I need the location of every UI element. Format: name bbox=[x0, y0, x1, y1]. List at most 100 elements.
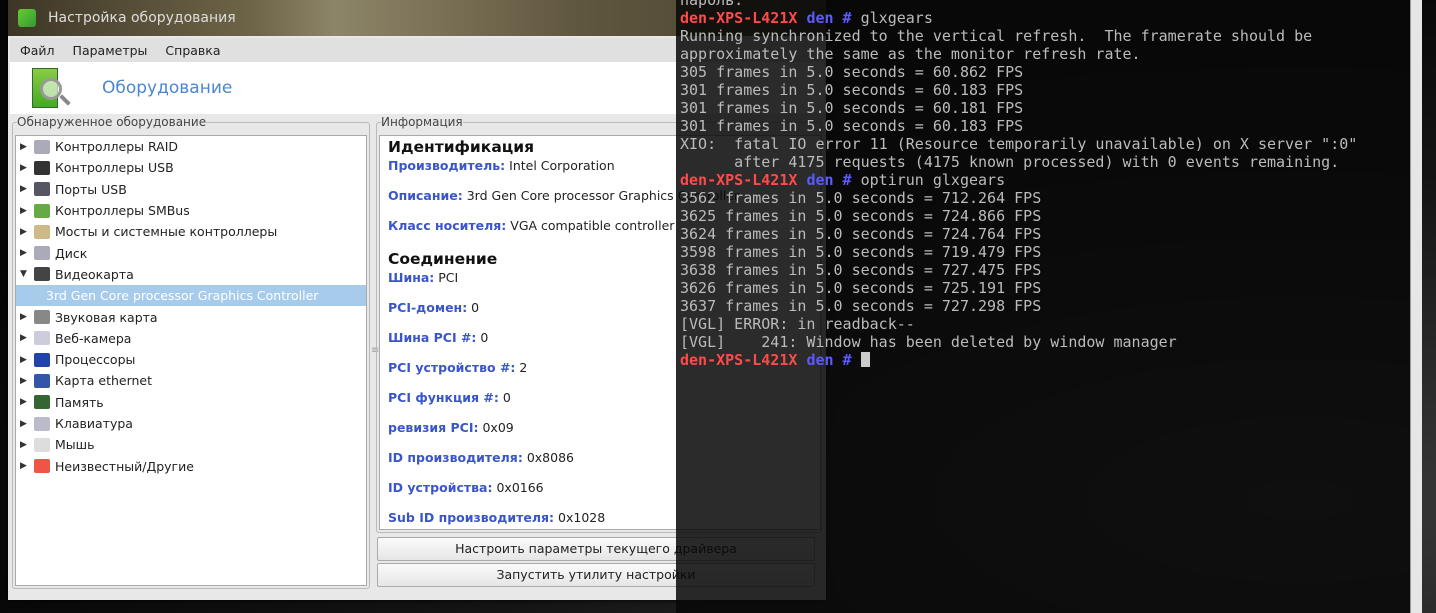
expander-closed-icon[interactable]: ▶ bbox=[20, 397, 32, 407]
expander-closed-icon[interactable]: ▶ bbox=[20, 227, 32, 237]
tree-item-label: Видеокарта bbox=[55, 266, 134, 282]
device-icon bbox=[34, 267, 50, 282]
tree-item[interactable]: ▶ Порты USB bbox=[16, 179, 366, 200]
terminal-text: glxgears bbox=[851, 9, 933, 27]
terminal-text: 3598 frames in 5.0 seconds = 719.479 FPS bbox=[680, 243, 1042, 261]
terminal-scrollbar[interactable] bbox=[1410, 0, 1422, 613]
info-key: PCI устройство #: bbox=[388, 360, 516, 375]
menu-file[interactable]: Файл bbox=[20, 43, 55, 58]
terminal-line: 301 frames in 5.0 seconds = 60.183 FPS bbox=[680, 117, 1410, 135]
tree-item-label: 3rd Gen Core processor Graphics Controll… bbox=[46, 288, 319, 304]
terminal-text: 3637 frames in 5.0 seconds = 727.298 FPS bbox=[680, 297, 1042, 315]
terminal-window[interactable]: пароль: den-XPS-L421X den # glxgears Runni… bbox=[676, 0, 1410, 613]
app-icon bbox=[18, 9, 36, 27]
expander-closed-icon[interactable]: ▶ bbox=[20, 419, 32, 429]
terminal-line: den-XPS-L421X den # optirun glxgears bbox=[680, 171, 1410, 189]
info-key: ID производителя: bbox=[388, 450, 523, 465]
expander-closed-icon[interactable]: ▶ bbox=[20, 333, 32, 343]
tree-item[interactable]: ▶ Мосты и системные контроллеры bbox=[16, 221, 366, 242]
expander-closed-icon[interactable]: ▶ bbox=[20, 355, 32, 365]
device-icon bbox=[34, 139, 50, 154]
terminal-text: 3638 frames in 5.0 seconds = 727.475 FPS bbox=[680, 261, 1042, 279]
info-value: 0x0166 bbox=[496, 480, 544, 495]
detected-hardware-panel: Обнаруженное оборудование ▶ Контроллеры R… bbox=[12, 115, 370, 589]
hardware-tree: ▶ Контроллеры RAID ▶ Контроллеры USB ▶ Порты … bbox=[15, 135, 367, 586]
terminal-line: den-XPS-L421X den # glxgears bbox=[680, 9, 1410, 27]
terminal-text: 301 frames in 5.0 seconds = 60.181 FPS bbox=[680, 99, 1024, 117]
terminal-text: XIO: fatal IO error 11 (Resource tempora… bbox=[680, 135, 1358, 153]
info-value: Intel Corporation bbox=[509, 158, 615, 173]
tree-item[interactable]: ▶ Мышь bbox=[16, 434, 366, 455]
expander-closed-icon[interactable]: ▶ bbox=[20, 163, 32, 173]
tree-item[interactable]: 3rd Gen Core processor Graphics Controll… bbox=[16, 285, 366, 307]
terminal-line: approximately the same as the monitor re… bbox=[680, 45, 1410, 63]
device-icon bbox=[34, 224, 50, 239]
menu-parameters[interactable]: Параметры bbox=[73, 43, 148, 58]
prompt-host: den-XPS-L421X bbox=[680, 351, 798, 369]
info-key: ревизия PCI: bbox=[388, 420, 479, 435]
expander-closed-icon[interactable]: ▶ bbox=[20, 248, 32, 258]
device-icon bbox=[34, 160, 50, 175]
tree-item[interactable]: ▶ Контроллеры USB bbox=[16, 157, 366, 178]
info-key: ID устройства: bbox=[388, 480, 493, 495]
device-icon bbox=[34, 373, 50, 388]
tree-item-label: Звуковая карта bbox=[55, 309, 158, 325]
expander-closed-icon[interactable]: ▶ bbox=[20, 312, 32, 322]
terminal-text: 3625 frames in 5.0 seconds = 724.866 FPS bbox=[680, 207, 1042, 225]
device-icon bbox=[34, 459, 50, 474]
expander-open-icon[interactable]: ▼ bbox=[20, 269, 32, 279]
expander-closed-icon[interactable]: ▶ bbox=[20, 142, 32, 152]
device-icon bbox=[34, 352, 50, 367]
menu-help[interactable]: Справка bbox=[165, 43, 220, 58]
terminal-text: approximately the same as the monitor re… bbox=[680, 45, 1141, 63]
tree-item[interactable]: ▶ Процессоры bbox=[16, 349, 366, 370]
terminal-line: 3638 frames in 5.0 seconds = 727.475 FPS bbox=[680, 261, 1410, 279]
info-key: Описание: bbox=[388, 188, 463, 203]
info-value: 0x09 bbox=[482, 420, 514, 435]
device-icon bbox=[34, 182, 50, 197]
terminal-text: [VGL] 241: Window has been deleted by wi… bbox=[680, 333, 1177, 351]
tree-item[interactable]: ▶ Диск bbox=[16, 242, 366, 263]
terminal-line: Running synchronized to the vertical ref… bbox=[680, 27, 1410, 45]
panel-legend: Информация bbox=[381, 115, 463, 129]
expander-closed-icon[interactable]: ▶ bbox=[20, 184, 32, 194]
expander-closed-icon[interactable]: ▶ bbox=[20, 461, 32, 471]
terminal-line: 3637 frames in 5.0 seconds = 727.298 FPS bbox=[680, 297, 1410, 315]
terminal-line: пароль: bbox=[680, 0, 1410, 9]
page-title: Оборудование bbox=[102, 78, 233, 98]
terminal-line: 3626 frames in 5.0 seconds = 725.191 FPS bbox=[680, 279, 1410, 297]
tree-item-label: Клавиатура bbox=[55, 416, 133, 431]
info-value: VGA compatible controller bbox=[510, 218, 675, 233]
info-key: Класс носителя: bbox=[388, 218, 507, 233]
terminal-text: [VGL] ERROR: in readback-- bbox=[680, 315, 915, 333]
terminal-cursor bbox=[860, 352, 870, 367]
tree-item-label: Память bbox=[55, 394, 104, 410]
terminal-text: 3562 frames in 5.0 seconds = 712.264 FPS bbox=[680, 189, 1042, 207]
prompt-host: den-XPS-L421X bbox=[680, 171, 798, 189]
tree-item[interactable]: ▶ Клавиатура bbox=[16, 413, 366, 434]
tree-item[interactable]: ▶ Контроллеры RAID bbox=[16, 136, 366, 157]
tree-item-label: Мышь bbox=[55, 437, 95, 453]
tree-item[interactable]: ▼ Видеокарта bbox=[16, 264, 366, 285]
tree-item[interactable]: ▶ Карта ethernet bbox=[16, 370, 366, 391]
terminal-line: 3625 frames in 5.0 seconds = 724.866 FPS bbox=[680, 207, 1410, 225]
expander-closed-icon[interactable]: ▶ bbox=[20, 376, 32, 386]
tree-item-label: Контроллеры SMBus bbox=[55, 203, 190, 219]
expander-closed-icon[interactable]: ▶ bbox=[20, 440, 32, 450]
tree-item[interactable]: ▶ Веб-камера bbox=[16, 328, 366, 349]
info-key: PCI-домен: bbox=[388, 300, 468, 315]
tree-item[interactable]: ▶ Контроллеры SMBus bbox=[16, 200, 366, 221]
tree-item[interactable]: ▶ Звуковая карта bbox=[16, 306, 366, 327]
expander-closed-icon[interactable]: ▶ bbox=[20, 206, 32, 216]
terminal-text: пароль: bbox=[680, 0, 744, 9]
tree-item[interactable]: ▶ Память bbox=[16, 392, 366, 413]
tree-item[interactable]: ▶ Неизвестный/Другие bbox=[16, 455, 366, 476]
terminal-text: 3624 frames in 5.0 seconds = 724.764 FPS bbox=[680, 225, 1042, 243]
prompt-user: den # bbox=[806, 9, 852, 27]
terminal-line: 301 frames in 5.0 seconds = 60.183 FPS bbox=[680, 81, 1410, 99]
info-value: 0 bbox=[480, 330, 489, 345]
info-value: PCI bbox=[438, 270, 459, 285]
device-icon bbox=[34, 203, 50, 218]
prompt-user: den # bbox=[806, 171, 852, 189]
